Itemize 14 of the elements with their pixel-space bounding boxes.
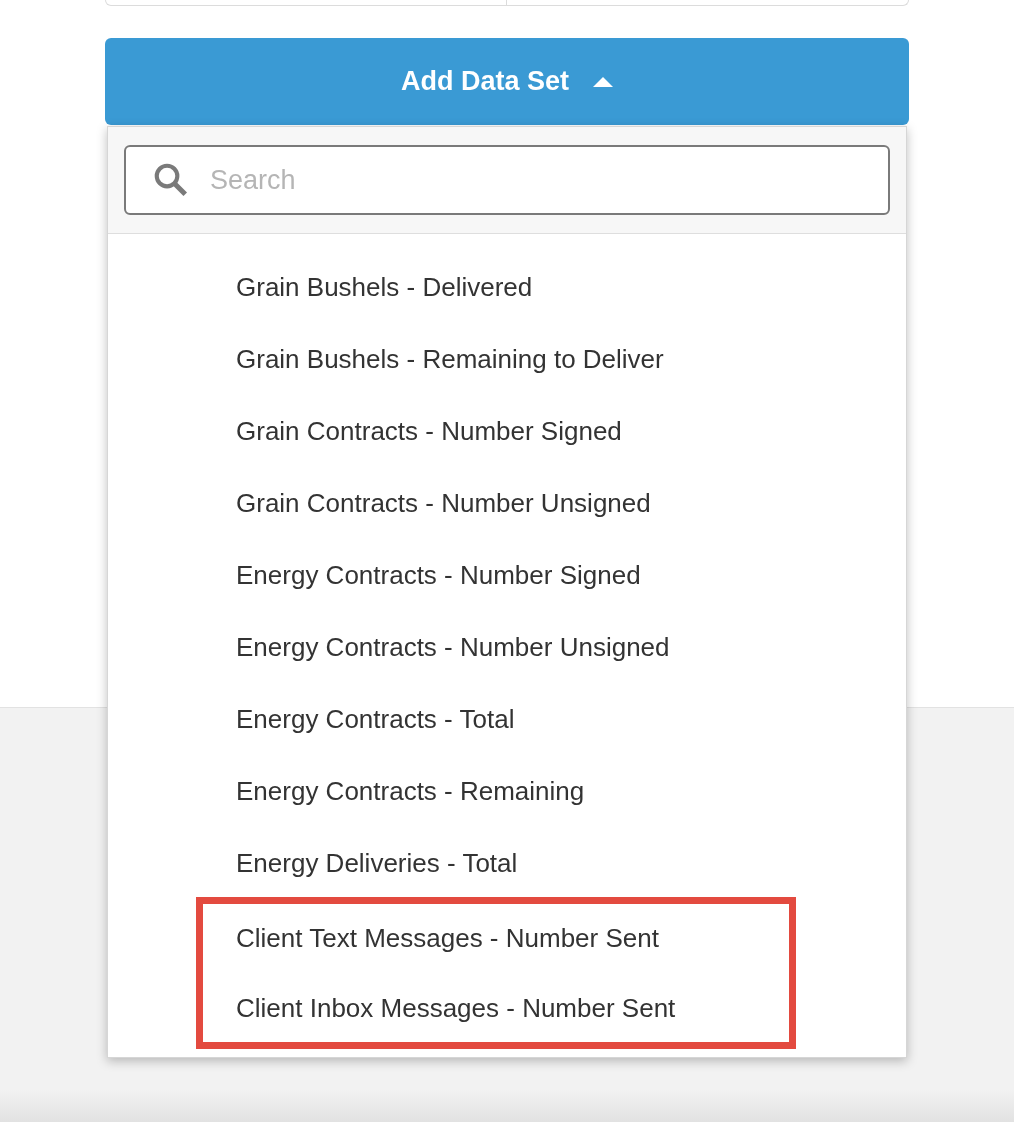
caret-up-icon bbox=[593, 76, 613, 87]
dropdown-item[interactable]: Grain Contracts - Number Signed bbox=[236, 395, 906, 467]
dropdown-item[interactable]: Energy Contracts - Remaining bbox=[236, 755, 906, 827]
dropdown-item[interactable]: Grain Contracts - Number Unsigned bbox=[236, 467, 906, 539]
dropdown-item[interactable]: Energy Contracts - Total bbox=[236, 683, 906, 755]
search-icon bbox=[152, 161, 190, 199]
dropdown-item[interactable]: Energy Contracts - Number Unsigned bbox=[236, 611, 906, 683]
dropdown-item[interactable]: Client Inbox Messages - Number Sent bbox=[236, 972, 789, 1044]
dropdown-item[interactable]: Energy Contracts - Number Signed bbox=[236, 539, 906, 611]
dropdown-item[interactable]: Client Text Messages - Number Sent bbox=[236, 902, 789, 974]
dropdown-item[interactable]: Energy Deliveries - Total bbox=[236, 827, 906, 899]
search-field[interactable]: Search bbox=[124, 145, 890, 215]
dropdown-item[interactable]: Grain Bushels - Delivered bbox=[236, 251, 906, 323]
dropdown-item[interactable]: Grain Bushels - Remaining to Deliver bbox=[236, 323, 906, 395]
